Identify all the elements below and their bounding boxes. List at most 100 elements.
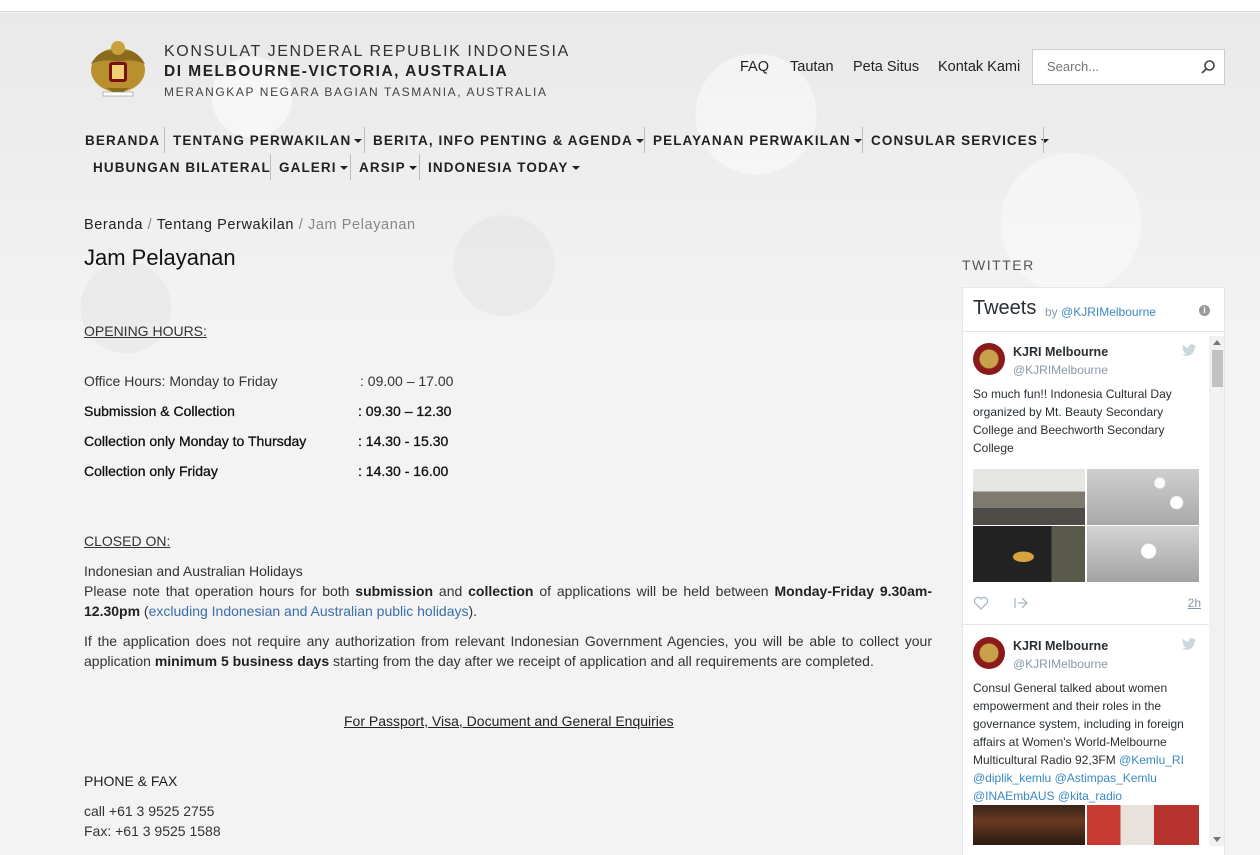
caret-down-icon bbox=[853, 139, 862, 144]
nav-galeri[interactable]: GALERI bbox=[279, 160, 348, 175]
scroll-up-arrow-icon[interactable] bbox=[1213, 340, 1221, 345]
tweet-author-handle[interactable]: @KJRIMelbourne bbox=[1013, 363, 1108, 377]
nav-label: PELAYANAN PERWAKILAN bbox=[653, 133, 851, 148]
note-text: starting from the day after we receipt o… bbox=[329, 653, 874, 669]
tweet-timestamp[interactable]: 2h bbox=[1188, 596, 1201, 610]
share-icon[interactable] bbox=[1013, 596, 1029, 610]
caret-down-icon bbox=[339, 166, 348, 171]
tweet-photos[interactable] bbox=[973, 805, 1199, 845]
tweet-text: So much fun!! Indonesia Cultural Day org… bbox=[973, 387, 1172, 455]
tweet-author-name[interactable]: KJRI Melbourne bbox=[1013, 639, 1108, 653]
nav-hubungan-bilateral[interactable]: HUBUNGAN BILATERAL bbox=[93, 160, 271, 175]
note-text: and bbox=[433, 583, 469, 599]
note-text: Please note that operation hours for bot… bbox=[84, 583, 356, 599]
nav-label: GALERI bbox=[279, 160, 337, 175]
nav-divider bbox=[364, 127, 365, 153]
nav-divider bbox=[862, 127, 863, 153]
search-input[interactable] bbox=[1047, 59, 1197, 74]
breadcrumb-parent[interactable]: Tentang Perwakilan bbox=[157, 217, 294, 233]
nav-pelayanan-perwakilan[interactable]: PELAYANAN PERWAKILAN bbox=[653, 133, 862, 148]
search-box bbox=[1032, 49, 1225, 85]
tweet-photo[interactable] bbox=[973, 526, 1085, 582]
scroll-down-arrow-icon[interactable] bbox=[1213, 837, 1221, 842]
nav-divider bbox=[164, 127, 165, 153]
hours-value: : 09.30 – 12.30 bbox=[358, 403, 452, 419]
nav-divider bbox=[644, 127, 645, 153]
top-link-tautan[interactable]: Tautan bbox=[790, 59, 834, 75]
hours-label: Office Hours: Monday to Friday bbox=[84, 373, 278, 389]
twitter-account-link[interactable]: @KJRIMelbourne bbox=[1061, 305, 1156, 319]
nav-label: BERITA, INFO PENTING & AGENDA bbox=[373, 133, 633, 148]
avatar[interactable] bbox=[973, 343, 1005, 375]
nav-label: ARSIP bbox=[359, 160, 406, 175]
nav-tentang-perwakilan[interactable]: TENTANG PERWAKILAN bbox=[173, 133, 363, 148]
top-link-faq[interactable]: FAQ bbox=[740, 59, 769, 75]
note-text: ). bbox=[468, 603, 478, 619]
like-heart-icon[interactable] bbox=[973, 596, 989, 610]
tweet-photo[interactable] bbox=[1087, 469, 1199, 525]
nav-arsip[interactable]: ARSIP bbox=[359, 160, 417, 175]
operation-note: Please note that operation hours for bot… bbox=[84, 581, 932, 621]
breadcrumb: Beranda / Tentang Perwakilan / Jam Pelay… bbox=[84, 217, 416, 233]
closed-on-text: Indonesian and Australian Holidays bbox=[84, 563, 303, 579]
hours-value: : 09.00 – 17.00 bbox=[360, 373, 454, 389]
avatar[interactable] bbox=[973, 637, 1005, 669]
nav-divider bbox=[350, 154, 351, 180]
twitter-section-label: TWITTER bbox=[962, 257, 1035, 273]
mention-link[interactable]: @INAEmbAUS bbox=[973, 789, 1055, 803]
by-text: by bbox=[1045, 305, 1058, 319]
scrollbar-thumb[interactable] bbox=[1212, 350, 1223, 387]
nav-indonesia-today[interactable]: INDONESIA TODAY bbox=[428, 160, 580, 175]
nav-label: CONSULAR SERVICES bbox=[871, 133, 1038, 148]
nav-divider bbox=[419, 154, 420, 180]
collection-note: If the application does not require any … bbox=[84, 631, 932, 671]
opening-hours-heading: OPENING HOURS: bbox=[84, 323, 207, 339]
tweet-photos[interactable] bbox=[973, 469, 1199, 582]
search-icon[interactable] bbox=[1200, 59, 1216, 75]
twitter-widget: Tweets by @KJRIMelbourne i KJRI Melbourn… bbox=[962, 287, 1225, 855]
info-icon[interactable]: i bbox=[1199, 305, 1210, 316]
phone-fax-heading: PHONE & FAX bbox=[84, 773, 178, 789]
tweets-scrollbar[interactable] bbox=[1209, 336, 1224, 846]
note-bold: collection bbox=[468, 583, 534, 599]
hours-label: Submission & Collection bbox=[84, 403, 235, 419]
mention-link[interactable]: @kita_radio bbox=[1058, 789, 1122, 803]
org-name-line3: MERANGKAP NEGARA BAGIAN TASMANIA, AUSTRA… bbox=[164, 85, 548, 99]
twitter-bird-icon[interactable] bbox=[1181, 638, 1197, 651]
tweet-divider bbox=[963, 624, 1209, 625]
enquiries-heading: For Passport, Visa, Document and General… bbox=[344, 713, 674, 729]
nav-divider bbox=[270, 154, 271, 180]
tweet-photo[interactable] bbox=[973, 469, 1085, 525]
caret-down-icon bbox=[571, 166, 580, 171]
mention-link[interactable]: @Kemlu_RI bbox=[1119, 753, 1184, 767]
breadcrumb-separator: / bbox=[298, 217, 304, 233]
twitter-bird-icon[interactable] bbox=[1181, 344, 1197, 357]
org-name-line1: KONSULAT JENDERAL REPUBLIK INDONESIA bbox=[164, 43, 570, 60]
closed-on-heading: CLOSED ON: bbox=[84, 533, 171, 549]
breadcrumb-home[interactable]: Beranda bbox=[84, 217, 143, 233]
nav-consular-services[interactable]: CONSULAR SERVICES bbox=[871, 133, 1049, 148]
mention-link[interactable]: @Astimpas_Kemlu bbox=[1055, 771, 1157, 785]
note-bold: submission bbox=[355, 583, 434, 599]
org-name-line2: DI MELBOURNE-VICTORIA, AUSTRALIA bbox=[164, 63, 509, 80]
fax-number: Fax: +61 3 9525 1588 bbox=[84, 823, 221, 839]
caret-down-icon bbox=[408, 166, 417, 171]
top-link-peta-situs[interactable]: Peta Situs bbox=[853, 59, 919, 75]
hours-value: : 14.30 - 16.00 bbox=[358, 463, 449, 479]
top-link-kontak-kami[interactable]: Kontak Kami bbox=[938, 59, 1020, 75]
nav-beranda[interactable]: BERANDA bbox=[85, 133, 160, 148]
note-text: of applications will be held between bbox=[533, 583, 775, 599]
tweet-photo[interactable] bbox=[1087, 805, 1199, 845]
note-bold: minimum 5 business days bbox=[154, 653, 330, 669]
public-holidays-link[interactable]: excluding Indonesian and Australian publ… bbox=[149, 603, 469, 619]
caret-down-icon bbox=[354, 139, 363, 144]
tweet-author-handle[interactable]: @KJRIMelbourne bbox=[1013, 657, 1108, 671]
nav-berita[interactable]: BERITA, INFO PENTING & AGENDA bbox=[373, 133, 644, 148]
tweet-photo[interactable] bbox=[1087, 526, 1199, 582]
mention-link[interactable]: @diplik_kemlu bbox=[973, 771, 1051, 785]
tweet-photo[interactable] bbox=[973, 805, 1085, 845]
garuda-emblem-logo[interactable] bbox=[87, 36, 149, 100]
tweet-author-name[interactable]: KJRI Melbourne bbox=[1013, 345, 1108, 359]
nav-label: TENTANG PERWAKILAN bbox=[173, 133, 352, 148]
twitter-widget-by: by @KJRIMelbourne bbox=[1045, 305, 1156, 319]
